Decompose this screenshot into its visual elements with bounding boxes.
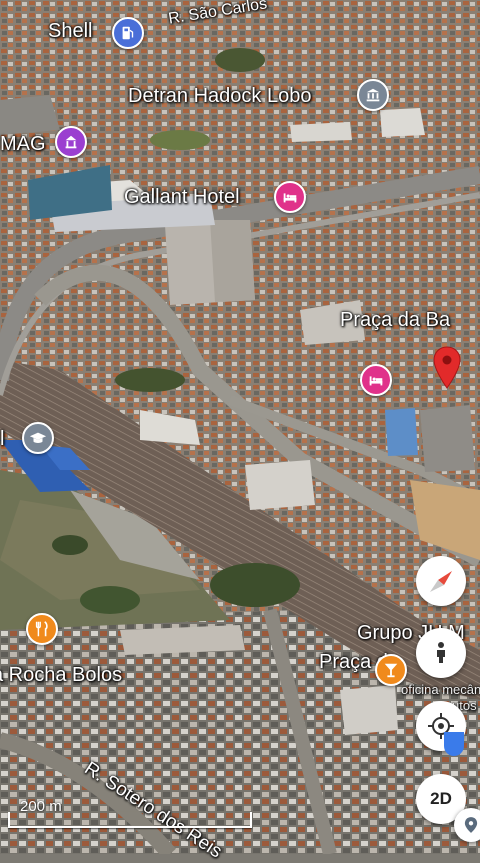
place-label-rocha-bolos[interactable]: a Rocha Bolos — [0, 664, 122, 687]
hotel-icon[interactable] — [360, 364, 392, 396]
street-view-button[interactable] — [416, 628, 466, 678]
place-label-mag[interactable]: MAG — [0, 133, 46, 156]
landmark-icon[interactable] — [55, 126, 87, 158]
place-label-oficina[interactable]: oficina mecân — [401, 682, 480, 697]
place-label-praca-da-ba[interactable]: Praça da Ba — [340, 309, 450, 332]
place-label-school[interactable]: l — [0, 428, 4, 451]
location-indicator — [444, 732, 464, 756]
scale-label: 200 m — [20, 798, 62, 815]
place-marker-icon — [464, 817, 478, 833]
hotel-icon[interactable] — [274, 181, 306, 213]
street-view-icon — [437, 642, 445, 663]
restaurant-icon[interactable] — [26, 613, 58, 645]
compass-button[interactable] — [416, 556, 466, 606]
place-label-gallant-hotel[interactable]: Gallant Hotel — [124, 186, 240, 209]
compass-icon — [430, 571, 452, 592]
location-pin-button[interactable] — [454, 808, 480, 842]
government-icon[interactable] — [357, 79, 389, 111]
gas-station-icon[interactable] — [112, 17, 144, 49]
place-label-detran[interactable]: Detran Hadock Lobo — [128, 85, 311, 108]
dropped-pin-icon[interactable] — [433, 346, 461, 390]
place-label-shell[interactable]: Shell — [48, 20, 92, 43]
school-icon[interactable] — [22, 422, 54, 454]
scale-bar: 200 m — [8, 798, 252, 828]
